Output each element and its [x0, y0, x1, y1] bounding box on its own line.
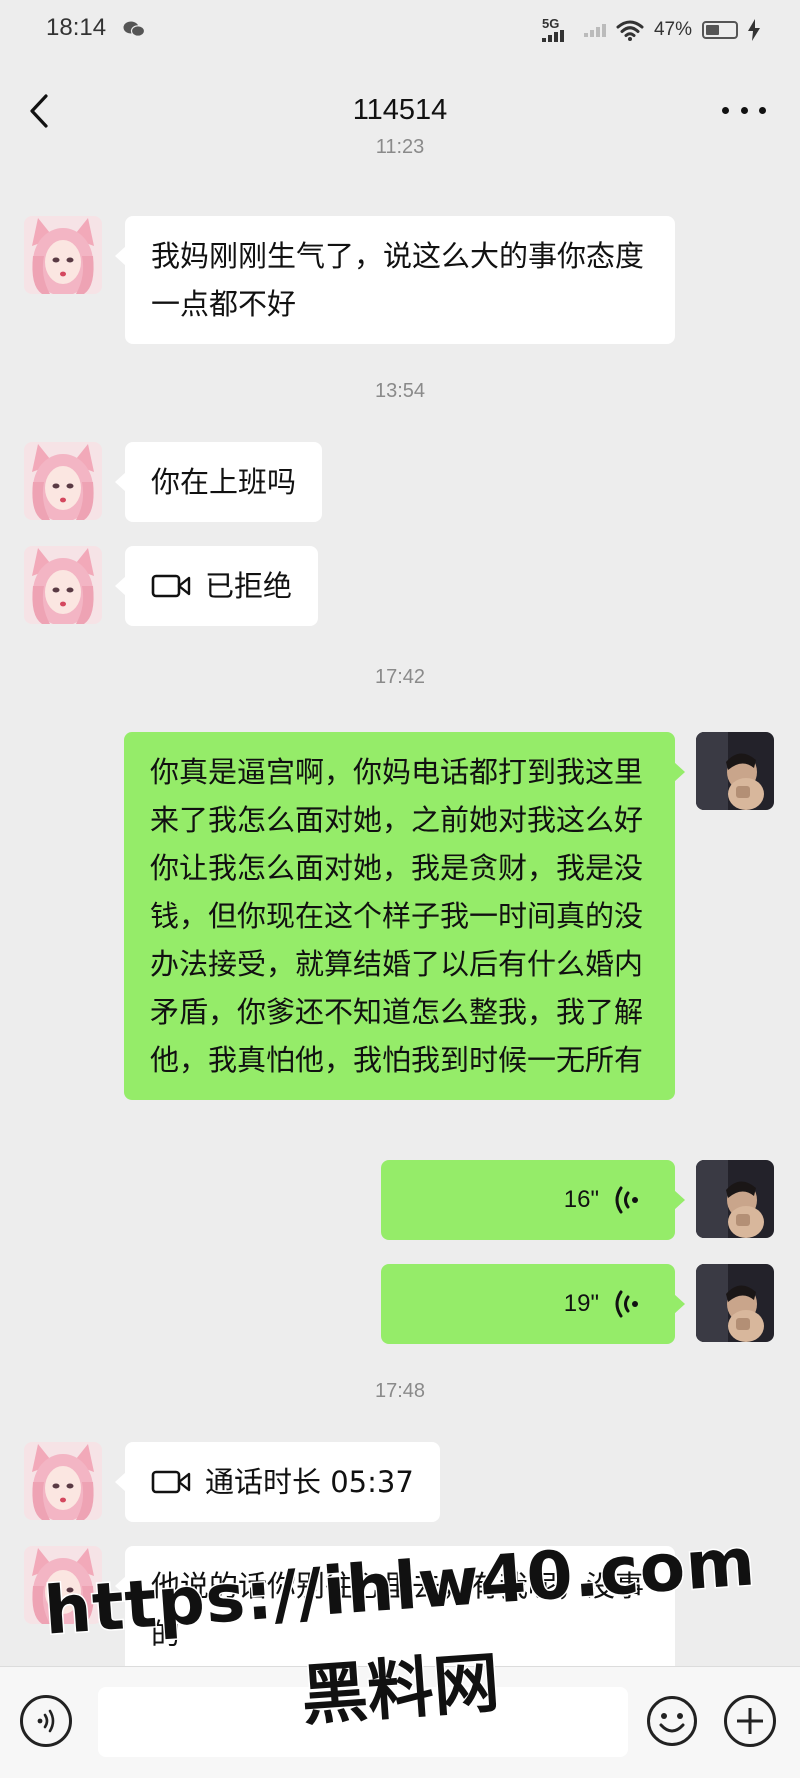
my-avatar[interactable]: [696, 1160, 774, 1238]
battery-percentage: 47%: [653, 19, 692, 40]
message-bubble-outgoing[interactable]: 你真是逼宫啊，你妈电话都打到我这里来了我怎么面对她，之前她对我这么好你让我怎么面…: [124, 732, 685, 1100]
status-time: 18:14: [46, 14, 107, 41]
wifi-icon: [616, 20, 644, 41]
cellular-5g-icon: 5G: [541, 16, 574, 42]
voice-duration: 16": [563, 1186, 599, 1213]
timestamp: 11:23: [375, 136, 425, 158]
my-avatar[interactable]: [696, 1264, 774, 1342]
video-call-bubble[interactable]: 已拒绝: [114, 546, 319, 626]
timestamp: 17:48: [374, 1380, 426, 1402]
voice-message-bubble[interactable]: 19": [381, 1264, 685, 1344]
message-bubble-incoming[interactable]: 他说的话你别往心里去，有我呢，没事的: [115, 1546, 675, 1674]
voice-wave-icon: [37, 1709, 55, 1733]
message-input[interactable]: [98, 1687, 628, 1757]
emoji-icon[interactable]: [646, 1695, 698, 1747]
voice-duration: 19": [563, 1290, 599, 1317]
contact-avatar[interactable]: [24, 216, 102, 294]
contact-avatar[interactable]: [24, 1546, 102, 1624]
status-indicators: 5G 47%: [541, 16, 760, 44]
charging-icon: [748, 19, 760, 41]
call-duration: 通话时长 05:37: [205, 1465, 414, 1499]
voice-wave-icon: [615, 1186, 638, 1214]
battery-icon: [702, 21, 738, 39]
signal-icon: [583, 23, 606, 37]
timestamp: 13:54: [374, 380, 426, 402]
video-camera-icon: [151, 574, 191, 598]
message-bubble-incoming[interactable]: 你在上班吗: [114, 442, 323, 522]
battery-level: [706, 25, 720, 35]
my-avatar[interactable]: [696, 732, 774, 810]
voice-message-bubble[interactable]: 16": [381, 1160, 685, 1240]
input-bar: [0, 1666, 800, 1778]
more-dots-icon[interactable]: [722, 96, 766, 124]
chat-title: 114514: [352, 94, 448, 126]
contact-avatar[interactable]: [24, 1442, 102, 1520]
call-status: 已拒绝: [205, 569, 293, 603]
video-call-bubble[interactable]: 通话时长 05:37: [115, 1442, 440, 1522]
voice-input-icon[interactable]: [20, 1695, 72, 1747]
video-camera-icon: [151, 1470, 191, 1494]
plus-icon[interactable]: [724, 1695, 776, 1747]
status-bar: 18:14 5G 47%: [0, 0, 800, 60]
voice-wave-icon: [615, 1290, 638, 1318]
timestamp: 17:42: [374, 666, 426, 688]
message-bubble-incoming[interactable]: 我妈刚刚生气了，说这么大的事你态度一点都不好: [115, 216, 675, 344]
network-label: 5G: [541, 16, 560, 31]
contact-avatar[interactable]: [24, 546, 102, 624]
wechat-notification-icon: [123, 21, 145, 37]
contact-avatar[interactable]: [24, 442, 102, 520]
